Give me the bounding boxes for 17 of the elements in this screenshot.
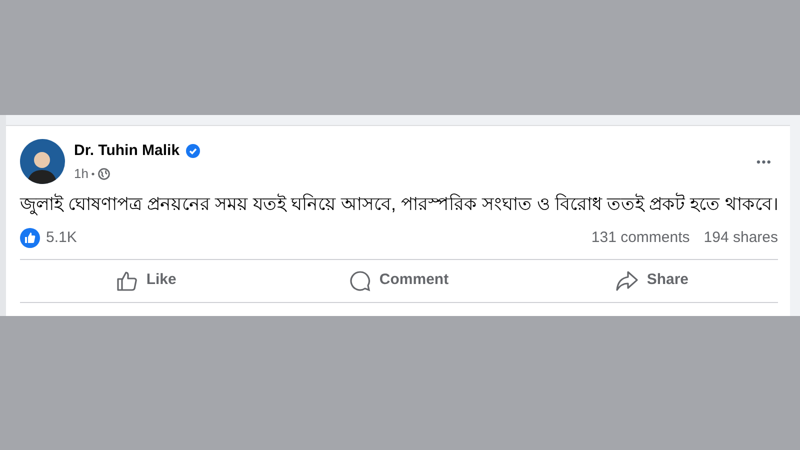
comment-count[interactable]: 131 comments [591, 227, 690, 250]
author-name[interactable]: Dr. Tuhin Malik [74, 140, 180, 162]
speech-bubble-icon [349, 270, 372, 292]
globe-icon [98, 168, 110, 180]
like-button[interactable]: Like [20, 260, 273, 302]
post-time[interactable]: 1h [74, 164, 88, 184]
separator-dot [91, 172, 96, 176]
share-button[interactable]: Share [525, 260, 778, 302]
avatar[interactable] [20, 139, 65, 184]
comment-button[interactable]: Comment [272, 260, 526, 302]
post-text: জুলাই ঘোষণাপত্র প্রনয়নের সময় যতই ঘনিয়ে আসবে, পারস্পরিক সংঘাত ও বিরোধ ততই প্রকট হতে থাকবে। [20, 192, 778, 218]
like-reaction-icon [20, 228, 40, 248]
thumbs-up-icon [116, 270, 138, 292]
more-options-button[interactable]: ••• [756, 152, 772, 170]
reaction-count[interactable]: 5.1K [46, 227, 77, 250]
share-arrow-icon [614, 270, 639, 292]
share-count[interactable]: 194 shares [704, 227, 778, 250]
